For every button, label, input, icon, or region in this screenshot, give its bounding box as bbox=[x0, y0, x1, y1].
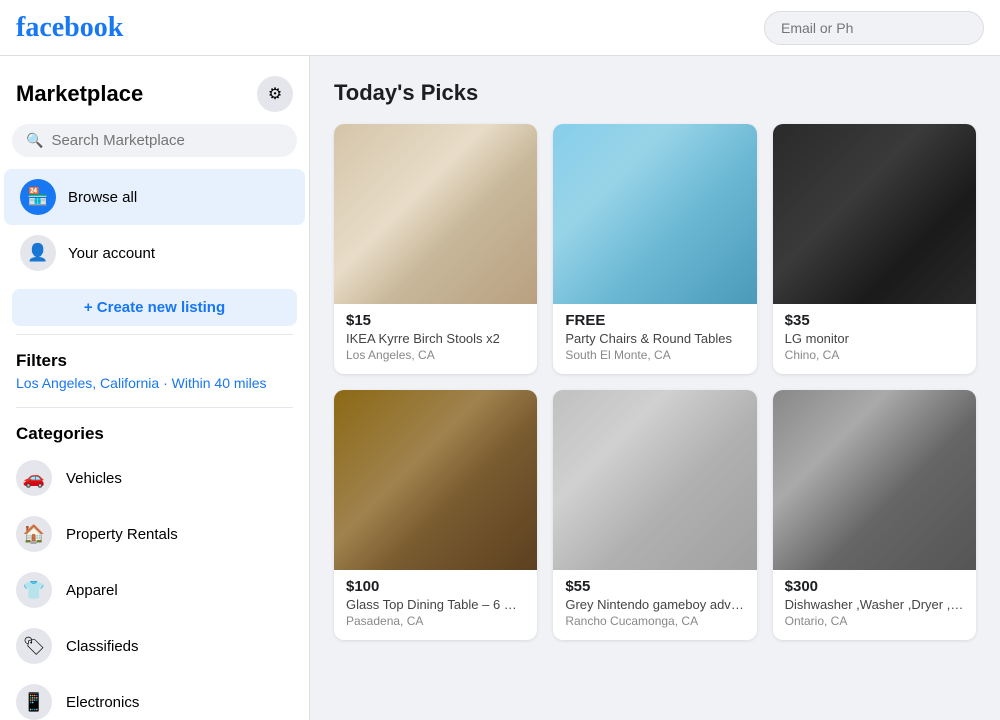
browse-all-item[interactable]: 🏪 Browse all bbox=[4, 169, 305, 225]
create-listing-button[interactable]: + Create new listing bbox=[12, 289, 297, 326]
pick-price-4: $100 bbox=[346, 578, 525, 595]
filters-section: Filters Los Angeles, California · Within… bbox=[0, 343, 309, 399]
sidebar: Marketplace ⚙ 🔍 🏪 Browse all 👤 Your acco… bbox=[0, 56, 310, 720]
pick-card-1[interactable]: $15 IKEA Kyrre Birch Stools x2 Los Angel… bbox=[334, 124, 537, 374]
categories-list: 🚗 Vehicles 🏠 Property Rentals 👕 Apparel … bbox=[16, 450, 293, 720]
categories-title: Categories bbox=[16, 424, 293, 444]
pick-price-3: $35 bbox=[785, 312, 964, 329]
categories-section: Categories 🚗 Vehicles 🏠 Property Rentals… bbox=[0, 416, 309, 720]
classifieds-icon: 🏷 bbox=[16, 628, 52, 664]
browse-all-icon: 🏪 bbox=[20, 179, 56, 215]
sidebar-divider-1 bbox=[16, 334, 293, 335]
category-item-classifieds[interactable]: 🏷 Classifieds bbox=[16, 618, 293, 674]
marketplace-title: Marketplace bbox=[16, 81, 143, 107]
property-rentals-label: Property Rentals bbox=[66, 526, 178, 543]
pick-price-6: $300 bbox=[785, 578, 964, 595]
pick-card-4[interactable]: $100 Glass Top Dining Table – 6 Chairs P… bbox=[334, 390, 537, 640]
electronics-icon: 📱 bbox=[16, 684, 52, 720]
pick-image-6 bbox=[773, 390, 976, 570]
pick-card-6[interactable]: $300 Dishwasher ,Washer ,Dryer ,Stove ,R… bbox=[773, 390, 976, 640]
pick-image-4 bbox=[334, 390, 537, 570]
pick-info-3: $35 LG monitor Chino, CA bbox=[773, 304, 976, 374]
pick-location-4: Pasadena, CA bbox=[346, 614, 525, 628]
pick-card-2[interactable]: FREE Party Chairs & Round Tables South E… bbox=[553, 124, 756, 374]
top-search-input[interactable] bbox=[764, 11, 984, 45]
pick-price-1: $15 bbox=[346, 312, 525, 329]
settings-button[interactable]: ⚙ bbox=[257, 76, 293, 112]
pick-image-5 bbox=[553, 390, 756, 570]
page-title: Today's Picks bbox=[334, 80, 976, 106]
pick-card-5[interactable]: $55 Grey Nintendo gameboy advance handhe… bbox=[553, 390, 756, 640]
pick-info-2: FREE Party Chairs & Round Tables South E… bbox=[553, 304, 756, 374]
category-item-property-rentals[interactable]: 🏠 Property Rentals bbox=[16, 506, 293, 562]
pick-location-5: Rancho Cucamonga, CA bbox=[565, 614, 744, 628]
vehicles-icon: 🚗 bbox=[16, 460, 52, 496]
pick-image-2 bbox=[553, 124, 756, 304]
pick-title-2: Party Chairs & Round Tables bbox=[565, 331, 744, 346]
search-marketplace-input[interactable] bbox=[51, 132, 283, 149]
location-filter[interactable]: Los Angeles, California · Within 40 mile… bbox=[16, 375, 293, 391]
pick-image-1 bbox=[334, 124, 537, 304]
pick-title-6: Dishwasher ,Washer ,Dryer ,Stove ,Refrig… bbox=[785, 597, 964, 612]
browse-all-label: Browse all bbox=[68, 189, 137, 206]
facebook-logo: facebook bbox=[16, 12, 123, 44]
pick-location-2: South El Monte, CA bbox=[565, 348, 744, 362]
search-icon: 🔍 bbox=[26, 132, 43, 149]
category-item-apparel[interactable]: 👕 Apparel bbox=[16, 562, 293, 618]
pick-title-5: Grey Nintendo gameboy advance handheld s… bbox=[565, 597, 744, 612]
pick-location-1: Los Angeles, CA bbox=[346, 348, 525, 362]
apparel-label: Apparel bbox=[66, 582, 118, 599]
apparel-icon: 👕 bbox=[16, 572, 52, 608]
sidebar-divider-2 bbox=[16, 407, 293, 408]
nav-search-area bbox=[764, 11, 984, 45]
search-bar: 🔍 bbox=[12, 124, 297, 157]
pick-info-6: $300 Dishwasher ,Washer ,Dryer ,Stove ,R… bbox=[773, 570, 976, 640]
your-account-label: Your account bbox=[68, 245, 155, 262]
your-account-item[interactable]: 👤 Your account bbox=[4, 225, 305, 281]
pick-card-3[interactable]: $35 LG monitor Chino, CA bbox=[773, 124, 976, 374]
sidebar-header: Marketplace ⚙ bbox=[0, 68, 309, 124]
account-icon: 👤 bbox=[20, 235, 56, 271]
electronics-label: Electronics bbox=[66, 694, 139, 711]
pick-title-1: IKEA Kyrre Birch Stools x2 bbox=[346, 331, 525, 346]
create-listing-label: + Create new listing bbox=[84, 299, 225, 316]
pick-info-5: $55 Grey Nintendo gameboy advance handhe… bbox=[553, 570, 756, 640]
pick-location-3: Chino, CA bbox=[785, 348, 964, 362]
main-layout: Marketplace ⚙ 🔍 🏪 Browse all 👤 Your acco… bbox=[0, 56, 1000, 720]
category-item-electronics[interactable]: 📱 Electronics bbox=[16, 674, 293, 720]
property-rentals-icon: 🏠 bbox=[16, 516, 52, 552]
pick-price-5: $55 bbox=[565, 578, 744, 595]
pick-info-4: $100 Glass Top Dining Table – 6 Chairs P… bbox=[334, 570, 537, 640]
classifieds-label: Classifieds bbox=[66, 638, 139, 655]
pick-info-1: $15 IKEA Kyrre Birch Stools x2 Los Angel… bbox=[334, 304, 537, 374]
pick-title-3: LG monitor bbox=[785, 331, 964, 346]
pick-location-6: Ontario, CA bbox=[785, 614, 964, 628]
top-navigation: facebook bbox=[0, 0, 1000, 56]
category-item-vehicles[interactable]: 🚗 Vehicles bbox=[16, 450, 293, 506]
pick-image-3 bbox=[773, 124, 976, 304]
filters-title: Filters bbox=[16, 351, 293, 371]
vehicles-label: Vehicles bbox=[66, 470, 122, 487]
picks-grid: $15 IKEA Kyrre Birch Stools x2 Los Angel… bbox=[334, 124, 976, 640]
pick-title-4: Glass Top Dining Table – 6 Chairs bbox=[346, 597, 525, 612]
pick-price-2: FREE bbox=[565, 312, 744, 329]
main-content: Today's Picks $15 IKEA Kyrre Birch Stool… bbox=[310, 56, 1000, 720]
